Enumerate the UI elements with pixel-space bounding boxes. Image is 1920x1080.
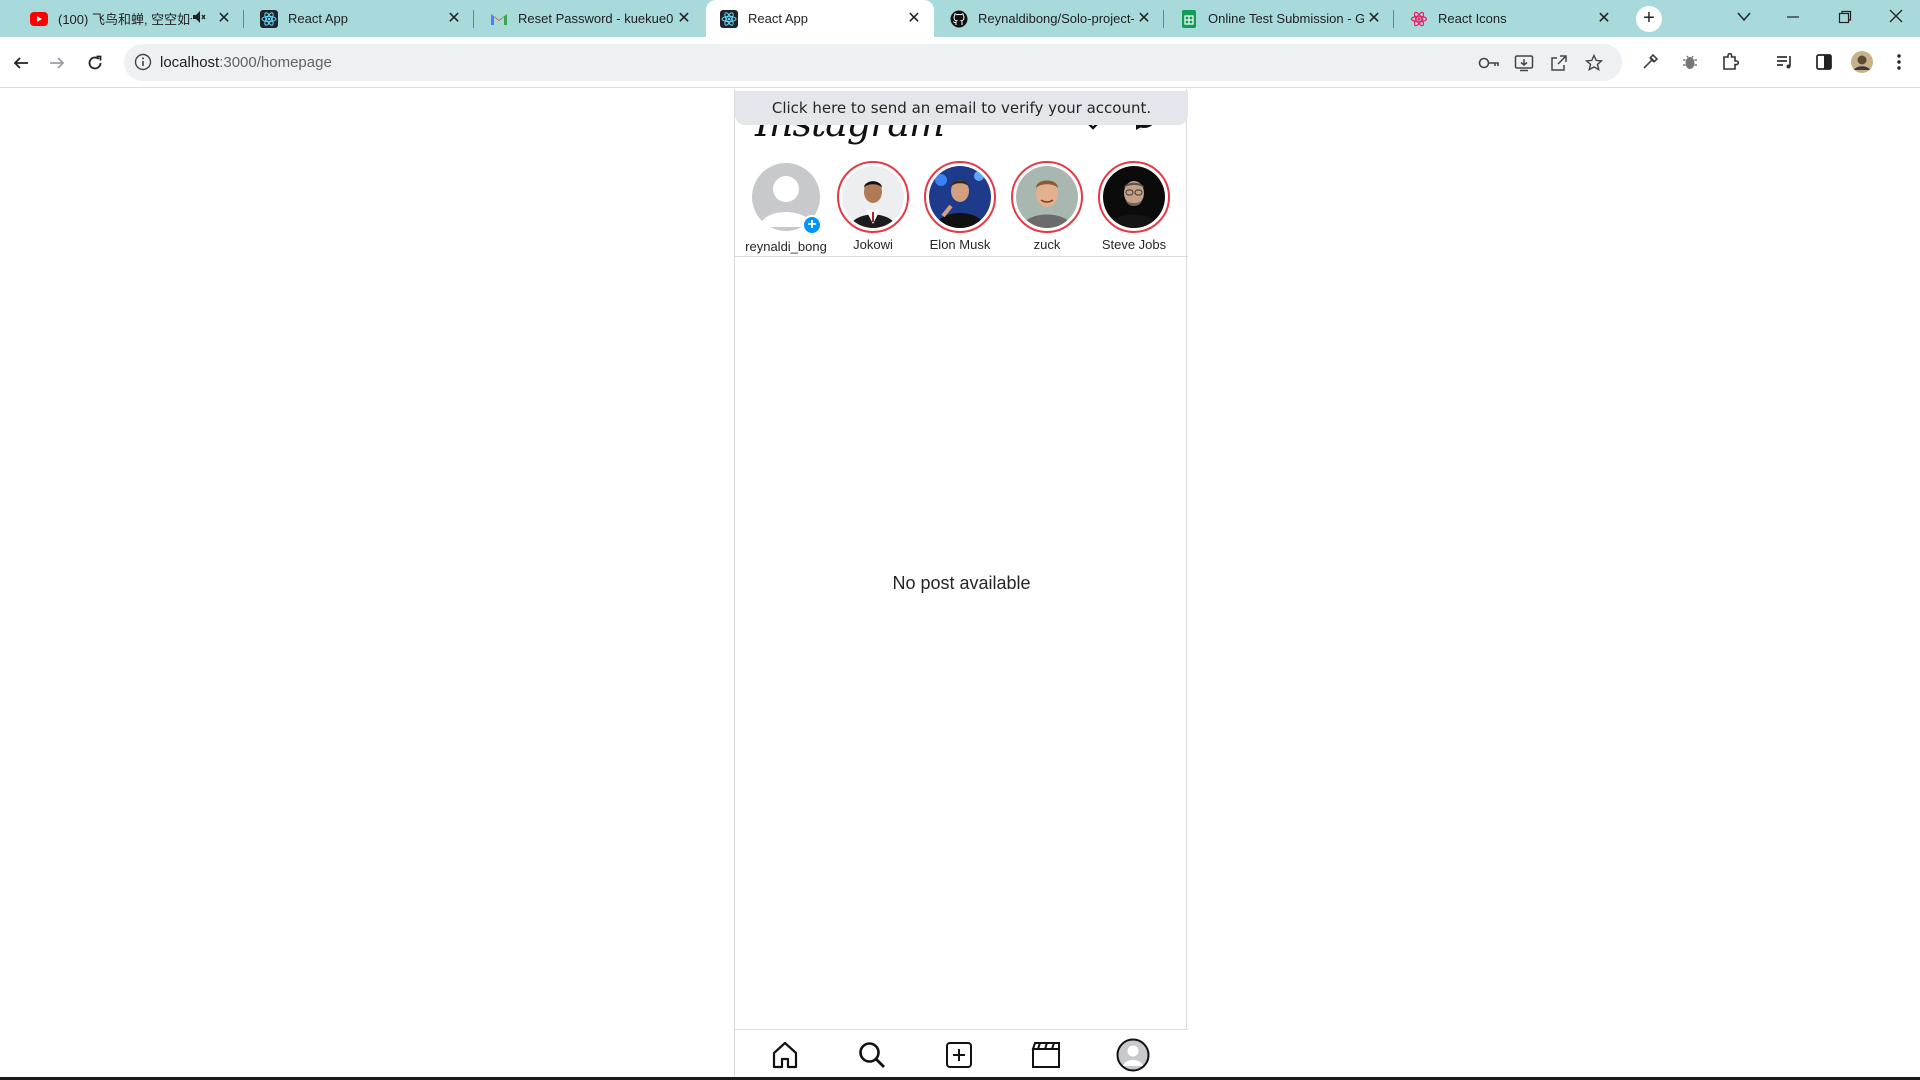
- story-avatar[interactable]: +: [750, 163, 822, 235]
- story-ring[interactable]: [1011, 161, 1083, 233]
- tab-search-icon[interactable]: [1724, 0, 1764, 33]
- close-tab-icon[interactable]: ✕: [904, 9, 924, 29]
- close-tab-icon[interactable]: ✕: [444, 9, 464, 29]
- instagram-app: Instagram Click here to send an email to…: [734, 89, 1188, 1080]
- profile-avatar[interactable]: [1116, 1038, 1150, 1072]
- address-bar[interactable]: localhost:3000/homepage: [124, 44, 1622, 81]
- restore-icon[interactable]: [1825, 0, 1865, 33]
- story-avatar: [1016, 166, 1078, 228]
- minimize-icon[interactable]: [1773, 0, 1813, 33]
- youtube-icon: [30, 10, 48, 28]
- tab-title: React App: [748, 11, 808, 26]
- reels-icon[interactable]: [1029, 1038, 1063, 1072]
- media-queue-icon[interactable]: [1772, 49, 1798, 75]
- tab-title: (100) 飞鸟和蝉, 空空如也: [58, 12, 192, 27]
- story-username: reynaldi_bong: [745, 239, 827, 254]
- tab-separator: [1393, 10, 1394, 28]
- speaker-muted-icon[interactable]: [192, 10, 208, 27]
- github-icon: [950, 10, 968, 28]
- url-path: :3000/homepage: [219, 54, 332, 71]
- story-username: Steve Jobs: [1101, 237, 1167, 252]
- bottom-navigation: [735, 1029, 1188, 1080]
- bug-extension-icon[interactable]: [1677, 49, 1703, 75]
- react-icon: [720, 9, 738, 28]
- story-self[interactable]: + reynaldi_bong: [742, 161, 830, 254]
- add-story-plus-icon[interactable]: +: [802, 215, 822, 235]
- search-icon[interactable]: [855, 1038, 889, 1072]
- tab-react-icons[interactable]: React Icons ✕: [1396, 0, 1624, 37]
- chrome-menu-icon[interactable]: [1886, 49, 1912, 75]
- verify-email-banner[interactable]: Click here to send an email to verify yo…: [735, 91, 1188, 125]
- create-post-icon[interactable]: [942, 1038, 976, 1072]
- tab-title: React Icons: [1438, 11, 1507, 26]
- tab-title: Reset Password - kuekue080: [518, 11, 674, 26]
- share-icon[interactable]: [1548, 52, 1570, 74]
- tab-separator: [243, 10, 244, 28]
- side-panel-icon[interactable]: [1811, 49, 1837, 75]
- story-username: Jokowi: [853, 237, 893, 252]
- browser-toolbar: localhost:3000/homepage: [0, 37, 1920, 88]
- profile-avatar-icon[interactable]: [1849, 49, 1875, 75]
- close-tab-icon[interactable]: ✕: [1594, 9, 1614, 29]
- story-avatar: [842, 166, 904, 228]
- empty-feed-message: No post available: [892, 573, 1031, 593]
- story-username: Elon Musk: [929, 237, 991, 252]
- tab-separator: [473, 10, 474, 28]
- close-tab-icon[interactable]: ✕: [1134, 9, 1154, 29]
- story-steve-jobs[interactable]: Steve Jobs: [1090, 161, 1178, 252]
- story-jokowi[interactable]: Jokowi: [829, 161, 917, 252]
- tab-github[interactable]: Reynaldibong/Solo-project- ✕: [936, 0, 1164, 37]
- tab-title: Reynaldibong/Solo-project-: [978, 11, 1134, 26]
- tab-react-app-active[interactable]: React App ✕: [706, 0, 934, 37]
- close-tab-icon[interactable]: ✕: [214, 9, 234, 29]
- story-ring[interactable]: [924, 161, 996, 233]
- url-host: localhost: [160, 54, 220, 71]
- tab-react-app-1[interactable]: React App ✕: [246, 0, 474, 37]
- story-ring[interactable]: [837, 161, 909, 233]
- story-zuck[interactable]: zuck: [1003, 161, 1091, 252]
- tab-separator: [1163, 10, 1164, 28]
- react-icon: [260, 9, 278, 28]
- install-app-icon[interactable]: [1513, 52, 1535, 74]
- forward-arrow-icon[interactable]: [43, 49, 71, 77]
- tab-google-sheets[interactable]: Online Test Submission - Go ✕: [1166, 0, 1394, 37]
- password-key-icon[interactable]: [1478, 52, 1500, 74]
- close-tab-icon[interactable]: ✕: [1364, 9, 1384, 29]
- new-tab-button[interactable]: +: [1636, 6, 1662, 32]
- story-avatar: [929, 166, 991, 228]
- tab-gmail[interactable]: Reset Password - kuekue080 ✕: [476, 0, 704, 37]
- tab-strip: (100) 飞鸟和蝉, 空空如也 ✕ React App ✕ Reset Pas…: [0, 0, 1920, 37]
- extensions-puzzle-icon[interactable]: [1717, 49, 1743, 75]
- story-elon-musk[interactable]: Elon Musk: [916, 161, 1004, 252]
- tab-youtube[interactable]: (100) 飞鸟和蝉, 空空如也 ✕: [16, 0, 244, 37]
- bookmark-star-icon[interactable]: [1583, 52, 1605, 74]
- close-tab-icon[interactable]: ✕: [674, 9, 694, 29]
- reload-icon[interactable]: [81, 49, 109, 77]
- story-username: zuck: [1033, 237, 1061, 252]
- stories-bar: + reynaldi_bong Jokowi Elon Musk zuck St…: [735, 161, 1188, 257]
- site-info-icon[interactable]: [134, 53, 152, 71]
- story-avatar: [1103, 166, 1165, 228]
- close-window-icon[interactable]: [1876, 0, 1916, 33]
- url-text[interactable]: localhost:3000/homepage: [160, 54, 332, 71]
- google-sheets-icon: [1180, 9, 1198, 28]
- home-icon[interactable]: [768, 1038, 802, 1072]
- story-ring[interactable]: [1098, 161, 1170, 233]
- eyedropper-icon[interactable]: [1637, 49, 1663, 75]
- react-icons-icon: [1410, 10, 1428, 28]
- back-arrow-icon[interactable]: [7, 49, 35, 77]
- gmail-icon: [490, 10, 508, 28]
- tab-title: React App: [288, 11, 348, 26]
- tab-title: Online Test Submission - Go: [1208, 11, 1364, 26]
